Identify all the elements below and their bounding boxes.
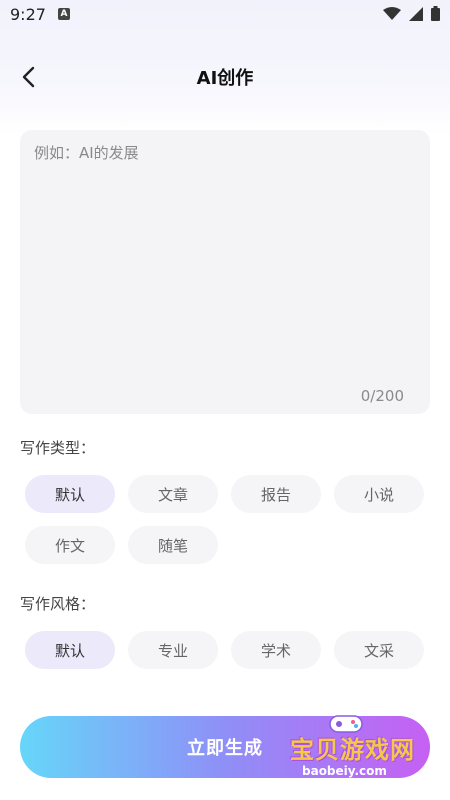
writing-type-option-composition[interactable]: 作文 [25,526,115,564]
topic-input-container: 0/200 [20,130,430,414]
signal-icon [409,6,423,21]
writing-type-option-article[interactable]: 文章 [128,475,218,513]
writing-type-label: 写作类型： [20,439,96,457]
wifi-icon [383,6,401,20]
character-counter: 0/200 [360,387,404,405]
writing-style-label: 写作风格： [20,595,96,613]
writing-type-option-report[interactable]: 报告 [231,475,321,513]
watermark-url: baobeiy.com [302,764,387,778]
writing-style-option-literary[interactable]: 文采 [334,631,424,669]
watermark-logo: 宝贝游戏网 baobeiy.com [278,712,438,782]
status-time: 9:27 [10,5,46,24]
topic-input[interactable] [32,140,422,374]
watermark-text: 宝贝游戏网 [290,736,415,764]
writing-type-options: 默认 文章 报告 小说 [25,475,424,513]
notification-icon: A [58,8,70,20]
writing-type-options-row2: 作文 随笔 [25,526,218,564]
app-header: AI创作 [0,55,450,99]
back-button[interactable] [10,59,46,95]
writing-type-option-default[interactable]: 默认 [25,475,115,513]
status-icons [383,6,440,21]
generate-button-label: 立即生成 [187,738,263,759]
status-bar: 9:27 A [0,0,450,30]
battery-icon [431,6,440,21]
page-title: AI创作 [196,68,254,89]
writing-style-option-default[interactable]: 默认 [25,631,115,669]
writing-style-option-academic[interactable]: 学术 [231,631,321,669]
writing-type-option-essay[interactable]: 随笔 [128,526,218,564]
writing-style-options: 默认 专业 学术 文采 [25,631,424,669]
chevron-left-icon [22,66,35,88]
writing-style-option-professional[interactable]: 专业 [128,631,218,669]
writing-type-option-novel[interactable]: 小说 [334,475,424,513]
